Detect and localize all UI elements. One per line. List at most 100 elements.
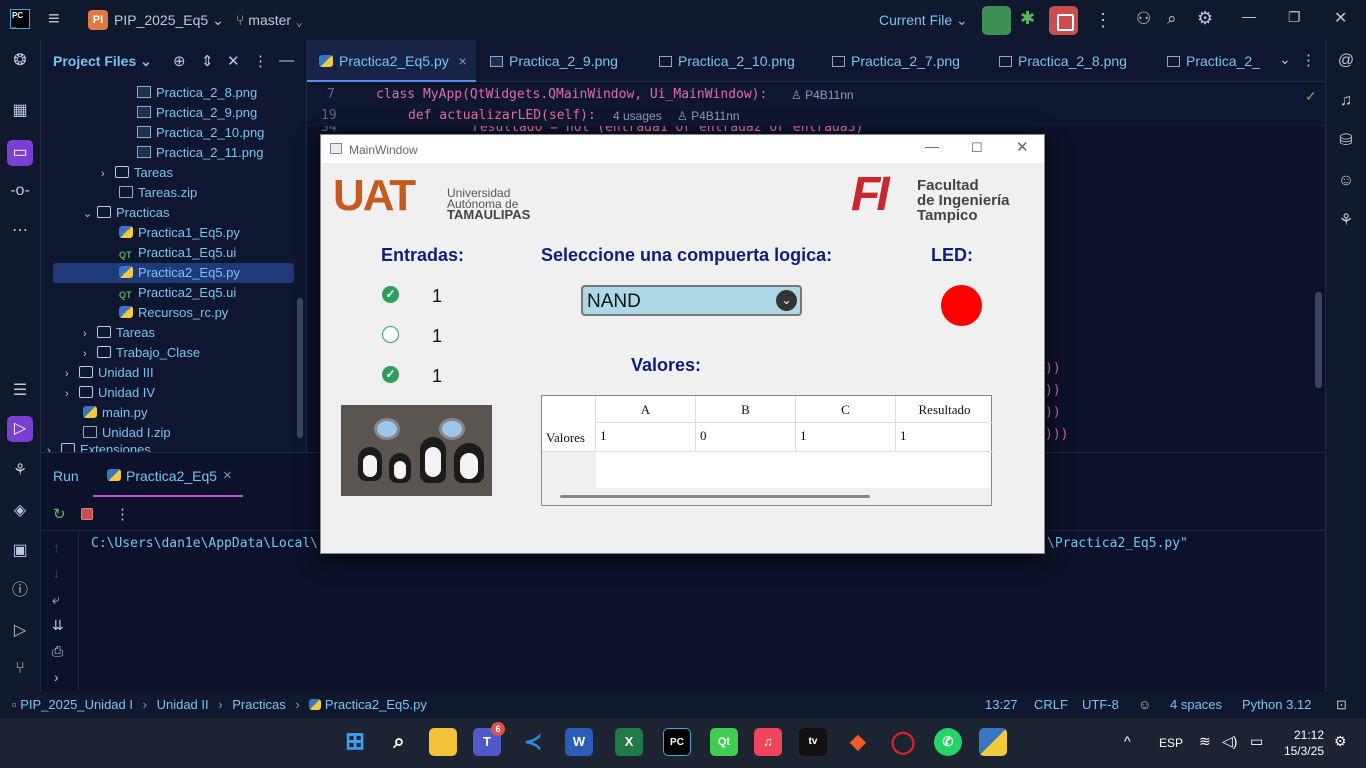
qt-minimize-button[interactable]: —: [925, 138, 939, 154]
cursor-position[interactable]: 13:27: [985, 692, 1018, 718]
tree-item[interactable]: QT Practica2_Eq5.ui: [119, 283, 236, 303]
tree-item[interactable]: › Tareas: [101, 163, 173, 183]
tree-item[interactable]: QT Practica1_Eq5.ui: [119, 243, 236, 263]
show-hidden-icons-chevron-icon[interactable]: ^: [1124, 733, 1131, 749]
project-scrollbar[interactable]: [297, 298, 303, 438]
tree-item[interactable]: ⌄ Practicas: [83, 203, 169, 223]
line-separator[interactable]: CRLF: [1034, 692, 1068, 718]
tab-options-icon[interactable]: ⋮: [1301, 51, 1316, 69]
apple-tv-icon[interactable]: tv: [799, 728, 827, 756]
tab-png[interactable]: Practica_2_7.png: [832, 40, 960, 82]
main-menu-icon[interactable]: ≡: [48, 8, 60, 31]
maximize-button[interactable]: ❐: [1288, 9, 1301, 26]
stop-button[interactable]: [1049, 6, 1078, 35]
clock-date[interactable]: 15/3/25: [1280, 744, 1324, 758]
tree-item[interactable]: main.py: [83, 403, 148, 423]
whatsapp-icon[interactable]: ✆: [934, 728, 962, 756]
add-user-icon[interactable]: ⚇: [1136, 9, 1151, 29]
notifications-icon[interactable]: ⚙: [1334, 733, 1347, 750]
column-header-a[interactable]: A: [596, 396, 696, 423]
input-b-checkbox[interactable]: [382, 326, 399, 343]
values-table[interactable]: A B C Resultado Valores 1 0 1 1: [541, 395, 993, 506]
tree-item[interactable]: Practica_2_8.png: [137, 83, 257, 103]
tree-item[interactable]: › Unidad IV: [65, 383, 155, 403]
gate-select[interactable]: NAND ⌄: [581, 285, 802, 316]
tree-item[interactable]: Practica1_Eq5.py: [119, 223, 240, 243]
project-name[interactable]: PIP_2025_Eq5 ⌄: [114, 12, 224, 29]
close-tab-icon[interactable]: ×: [459, 53, 467, 69]
plugins-icon[interactable]: ❂: [9, 50, 31, 72]
locate-file-icon[interactable]: ⊕: [173, 52, 186, 70]
close-tab-icon[interactable]: ×: [223, 467, 232, 484]
search-icon[interactable]: ⌕: [1167, 9, 1177, 29]
problems-icon[interactable]: ⓘ: [9, 580, 31, 602]
column-header-resultado[interactable]: Resultado: [896, 396, 993, 423]
tree-item[interactable]: › Extensiones: [47, 442, 151, 452]
file-encoding[interactable]: UTF-8: [1082, 692, 1119, 718]
tab-png[interactable]: Practica_2_10.png: [659, 40, 795, 82]
tab-overflow-chevron-icon[interactable]: ⌄: [1279, 51, 1291, 68]
python-packages-icon[interactable]: ⚘: [9, 460, 31, 482]
soft-wrap-icon[interactable]: ⤶: [52, 591, 60, 608]
breadcrumb-item[interactable]: Unidad II: [157, 697, 209, 712]
tab-png[interactable]: Practica_2_9.png: [490, 40, 618, 82]
code-author-hint[interactable]: ♙ P4B11nn: [677, 109, 740, 123]
close-button[interactable]: ✕: [1334, 8, 1347, 28]
tree-item[interactable]: Practica_2_10.png: [137, 123, 264, 143]
copilot-status-icon[interactable]: ☺: [1138, 692, 1151, 718]
debug-bug-icon[interactable]: ✱: [1020, 8, 1040, 30]
tab-png[interactable]: Practica_2_: [1167, 40, 1277, 82]
python-interpreter[interactable]: Python 3.12: [1242, 692, 1311, 718]
rerun-button[interactable]: [982, 6, 1011, 35]
breadcrumb-item[interactable]: Practica2_Eq5.py: [325, 697, 427, 712]
wifi-icon[interactable]: ≋: [1199, 733, 1211, 750]
table-cell-b[interactable]: 0: [696, 423, 796, 452]
run-tool-icon[interactable]: ▷: [7, 416, 33, 442]
input-c-checkbox[interactable]: ✓: [382, 366, 399, 383]
column-header-b[interactable]: B: [696, 396, 796, 423]
table-cell-a[interactable]: 1: [596, 423, 696, 452]
layers-icon[interactable]: ◈: [9, 500, 31, 522]
input-a-checkbox[interactable]: ✓: [382, 286, 399, 303]
tree-item[interactable]: Tareas.zip: [119, 183, 197, 203]
brave-browser-icon[interactable]: ◆: [844, 728, 872, 756]
project-panel-title[interactable]: Project Files ⌄: [53, 53, 152, 70]
run-tool-title[interactable]: Run: [53, 468, 79, 484]
run-options-icon[interactable]: ⋮: [115, 505, 130, 523]
vscode-icon[interactable]: ≺: [519, 728, 547, 756]
usages-hint[interactable]: 4 usages: [613, 109, 662, 123]
battery-icon[interactable]: ▭: [1250, 733, 1263, 750]
scrollbar-thumb[interactable]: [560, 495, 870, 498]
stop-icon[interactable]: [81, 508, 93, 520]
tree-item[interactable]: Practica_2_9.png: [137, 103, 257, 123]
scroll-to-end-icon[interactable]: ⇊: [52, 617, 64, 634]
print-icon[interactable]: ⎙: [52, 643, 63, 660]
project-files-icon[interactable]: ▭: [7, 140, 33, 166]
database-icon[interactable]: ⛁: [1335, 130, 1357, 152]
file-explorer-icon[interactable]: [429, 728, 457, 756]
search-icon[interactable]: ⌕: [385, 728, 413, 756]
run-config-selector[interactable]: Current File ⌄: [879, 12, 968, 29]
more-tools-icon[interactable]: ⋯: [9, 220, 31, 242]
breadcrumb-item[interactable]: Practicas: [232, 697, 285, 712]
commit-icon[interactable]: -o-: [9, 180, 31, 202]
excel-icon[interactable]: X: [615, 728, 643, 756]
terminal-icon[interactable]: ▣: [9, 540, 31, 562]
git-icon[interactable]: ⑂: [9, 658, 31, 680]
minimize-button[interactable]: —: [1242, 8, 1256, 24]
tree-item[interactable]: › Tareas: [83, 323, 155, 343]
pycharm-icon[interactable]: PC: [663, 728, 691, 756]
opera-browser-icon[interactable]: ◯: [889, 728, 917, 756]
lock-icon[interactable]: ⊡: [1336, 692, 1347, 718]
hide-panel-icon[interactable]: —: [279, 52, 294, 69]
row-header[interactable]: Valores: [546, 430, 585, 446]
tree-item-selected[interactable]: Practica2_Eq5.py: [119, 263, 240, 283]
volume-icon[interactable]: ◁): [1222, 733, 1237, 750]
pycharm-logo-icon[interactable]: PC _: [10, 9, 30, 29]
run-config-tab[interactable]: Practica2_Eq5 ×: [93, 453, 243, 497]
clock-time[interactable]: 21:12: [1280, 728, 1324, 742]
arrow-down-icon[interactable]: ↓: [53, 565, 60, 581]
tree-item[interactable]: Recursos_rc.py: [119, 303, 228, 323]
word-icon[interactable]: W: [565, 728, 593, 756]
editor-scrollbar[interactable]: [1315, 292, 1322, 388]
